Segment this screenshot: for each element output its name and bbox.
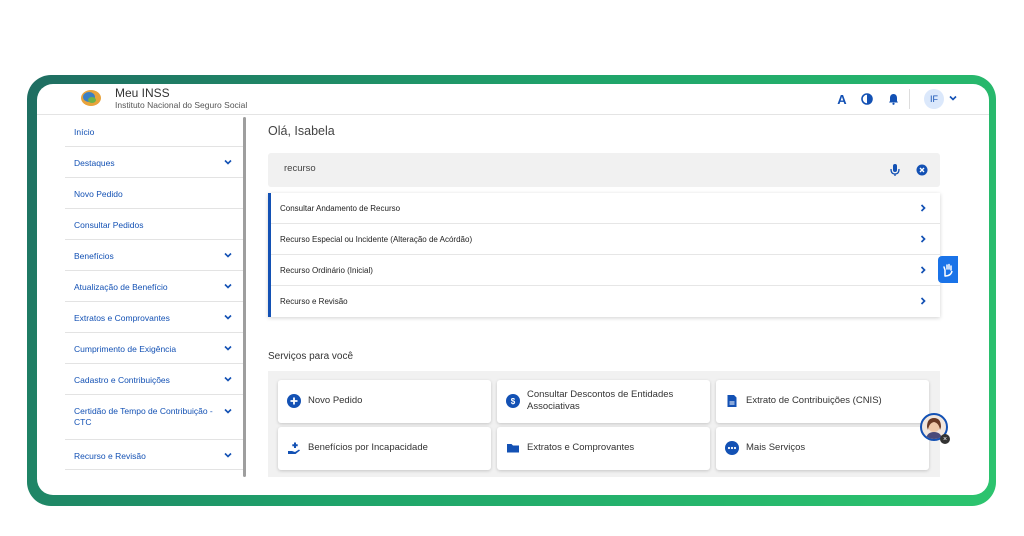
chevron-down-icon[interactable] xyxy=(223,250,233,260)
sidebar-menu: Início Destaques Novo Pedido Consultar P… xyxy=(65,115,245,495)
sidebar-item-label: Recurso e Revisão xyxy=(74,451,146,461)
header-divider xyxy=(909,89,910,109)
chevron-down-icon[interactable] xyxy=(223,281,233,291)
chevron-down-icon[interactable] xyxy=(223,374,233,384)
plus-circle-icon xyxy=(287,394,301,408)
sidebar-item-label: Benefícios xyxy=(74,251,114,261)
chevron-down-icon[interactable] xyxy=(223,406,233,416)
service-card-novo-pedido[interactable]: Novo Pedido xyxy=(278,380,491,423)
sidebar-item-certidao-ctc[interactable]: Certidão de Tempo de Contribuição - CTC xyxy=(65,395,245,440)
search-bar xyxy=(268,153,940,187)
app-screen: Meu INSS Instituto Nacional do Seguro So… xyxy=(37,84,989,495)
search-result-item[interactable]: Recurso Ordinário (Inicial) xyxy=(271,255,940,286)
search-result-item[interactable]: Consultar Andamento de Recurso xyxy=(271,193,940,224)
service-card-consultar-descontos[interactable]: $ Consultar Descontos de Entidades Assoc… xyxy=(497,380,710,423)
microphone-icon[interactable] xyxy=(889,163,901,177)
sidebar-item-cadastro-contribuicoes[interactable]: Cadastro e Contribuições xyxy=(65,364,245,395)
font-size-icon[interactable]: A xyxy=(834,91,850,107)
sidebar-item-label: Atualização de Benefício xyxy=(74,282,168,292)
close-icon[interactable]: × xyxy=(940,434,950,444)
service-card-beneficios-incapacidade[interactable]: Benefícios por Incapacidade xyxy=(278,427,491,470)
service-card-label: Mais Serviços xyxy=(746,442,806,453)
greeting: Olá, Isabela xyxy=(268,124,335,138)
clear-search-icon[interactable] xyxy=(916,164,928,176)
search-results-list: Consultar Andamento de Recurso Recurso E… xyxy=(268,193,940,317)
svg-text:$: $ xyxy=(511,397,516,406)
service-card-label: Extratos e Comprovantes xyxy=(527,442,635,453)
sidebar-item-label: Extratos e Comprovantes xyxy=(74,313,170,323)
service-card-label: Extrato de Contribuições (CNIS) xyxy=(746,395,882,406)
sidebar-item-extratos-comprovantes[interactable]: Extratos e Comprovantes xyxy=(65,302,245,333)
sidebar-item-cumprimento-exigencia[interactable]: Cumprimento de Exigência xyxy=(65,333,245,364)
search-result-item[interactable]: Recurso e Revisão xyxy=(271,286,940,317)
more-icon xyxy=(725,441,739,455)
service-card-mais-servicos[interactable]: Mais Serviços xyxy=(716,427,929,470)
sidebar-item-label: Cadastro e Contribuições xyxy=(74,375,170,385)
search-result-label: Recurso e Revisão xyxy=(280,297,348,306)
app-title: Meu INSS xyxy=(115,86,170,100)
sidebar-scrollbar[interactable] xyxy=(243,117,246,477)
chevron-down-icon[interactable] xyxy=(223,157,233,167)
sidebar-item-recurso-revisao[interactable]: Recurso e Revisão xyxy=(65,440,245,470)
search-result-label: Recurso Especial ou Incidente (Alteração… xyxy=(280,235,473,244)
chevron-down-icon[interactable] xyxy=(223,312,233,322)
chevron-down-icon[interactable] xyxy=(948,93,958,103)
sidebar-item-destaques[interactable]: Destaques xyxy=(65,147,245,178)
search-input[interactable] xyxy=(282,162,846,175)
service-card-label: Consultar Descontos de Entidades Associa… xyxy=(527,389,674,412)
service-card-label: Novo Pedido xyxy=(308,395,363,406)
folder-icon xyxy=(507,444,519,453)
chevron-right-icon xyxy=(920,235,926,243)
search-result-label: Consultar Andamento de Recurso xyxy=(280,204,401,213)
sidebar-item-label: Cumprimento de Exigência xyxy=(74,344,177,354)
chevron-right-icon xyxy=(920,297,926,305)
bell-icon[interactable] xyxy=(885,91,901,107)
inss-logo-icon[interactable] xyxy=(80,89,102,107)
sidebar-item-label: Início xyxy=(74,127,95,137)
sidebar-item-label: Destaques xyxy=(74,158,115,168)
accessibility-hands-icon[interactable] xyxy=(938,256,958,283)
sidebar-item-inicio[interactable]: Início xyxy=(65,115,245,147)
search-result-label: Recurso Ordinário (Inicial) xyxy=(280,266,373,275)
sidebar-item-atualizacao-beneficio[interactable]: Atualização de Benefício xyxy=(65,271,245,302)
document-icon xyxy=(727,395,737,407)
search-result-item[interactable]: Recurso Especial ou Incidente (Alteração… xyxy=(271,224,940,255)
contrast-icon[interactable] xyxy=(859,91,875,107)
hand-plus-icon xyxy=(288,442,300,454)
top-header: Meu INSS Instituto Nacional do Seguro So… xyxy=(37,84,989,115)
services-section-title: Serviços para você xyxy=(268,351,354,362)
sidebar-item-label: Novo Pedido xyxy=(74,189,123,199)
sidebar-item-consultar-pedidos[interactable]: Consultar Pedidos xyxy=(65,209,245,240)
sidebar-item-label: Certidão de Tempo de Contribuição - CTC xyxy=(74,406,213,427)
chevron-right-icon xyxy=(920,204,926,212)
chevron-down-icon[interactable] xyxy=(223,343,233,353)
money-icon: $ xyxy=(506,394,520,408)
app-subtitle: Instituto Nacional do Seguro Social xyxy=(115,100,248,110)
sidebar-item-novo-pedido[interactable]: Novo Pedido xyxy=(65,178,245,209)
service-card-label: Benefícios por Incapacidade xyxy=(308,442,428,453)
sidebar-item-beneficios[interactable]: Benefícios xyxy=(65,240,245,271)
chevron-down-icon[interactable] xyxy=(223,450,233,460)
sidebar-item-label: Consultar Pedidos xyxy=(74,220,144,230)
service-card-extratos-comprovantes[interactable]: Extratos e Comprovantes xyxy=(497,427,710,470)
user-avatar[interactable]: IF xyxy=(924,89,944,109)
service-card-extrato-cnis[interactable]: Extrato de Contribuições (CNIS) xyxy=(716,380,929,423)
chevron-right-icon xyxy=(920,266,926,274)
